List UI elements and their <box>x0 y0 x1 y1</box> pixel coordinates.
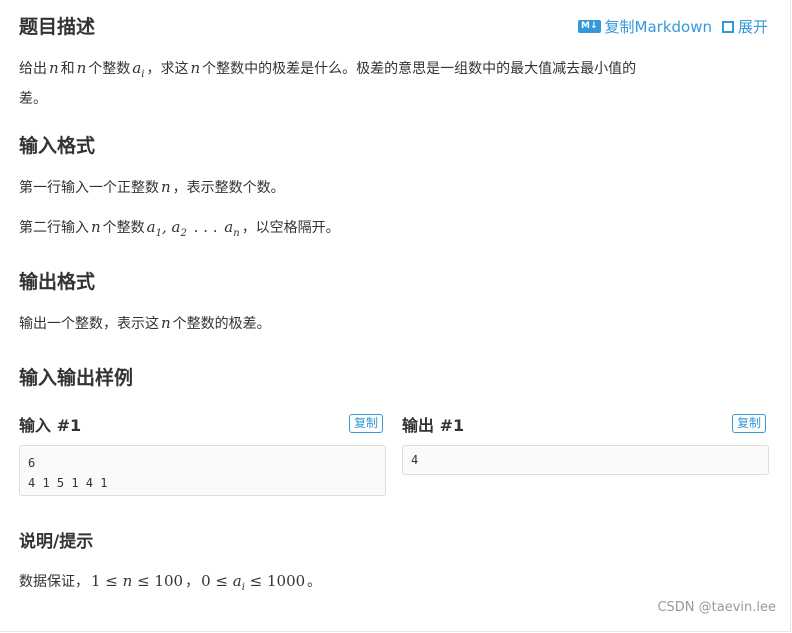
copy-output-button[interactable]: 复制 <box>732 414 767 433</box>
top-actions: M↓ 复制Markdown 展开 <box>578 16 768 37</box>
copy-markdown-button[interactable]: M↓ 复制Markdown <box>578 16 712 37</box>
input-format-line1: 第一行输入一个正整数 n ，表示整数个数。 <box>19 178 285 196</box>
sample-output-box[interactable]: 4 <box>402 445 769 475</box>
sample-output-label: 输出 #1 <box>402 416 465 435</box>
hint-text: 数据保证， 1 ≤ n ≤ 100， 0 ≤ ai ≤ 1000。 <box>19 572 322 593</box>
sample-input-box[interactable]: 6 4 1 5 1 4 1 <box>19 445 386 496</box>
watermark: CSDN @taevin.lee <box>657 600 776 615</box>
problem-page: 题目描述 M↓ 复制Markdown 展开 给出 n 和 n 个整数 ai ，求这 n 个整数中… <box>0 0 791 632</box>
input-format-line2: 第二行输入 n 个整数 a1, a2 . . . an ，以空格隔开。 <box>19 218 340 239</box>
expand-icon <box>721 20 734 33</box>
output-format-title: 输出格式 <box>19 271 96 293</box>
input-format-title: 输入格式 <box>19 135 96 157</box>
samples-title: 输入输出样例 <box>19 367 134 389</box>
hint-title: 说明/提示 <box>19 532 94 552</box>
output-format-text: 输出一个整数，表示这 n 个整数的极差。 <box>19 314 271 332</box>
sample-input-label: 输入 #1 <box>19 416 82 435</box>
copy-input-button[interactable]: 复制 <box>349 414 384 433</box>
expand-button[interactable]: 展开 <box>721 16 768 37</box>
description-title: 题目描述 <box>19 16 96 38</box>
markdown-icon: M↓ <box>578 20 601 33</box>
description-text: 给出 n 和 n 个整数 ai ，求这 n 个整数中的极差是什么。极差的意思是一组数中的最大值减… <box>19 59 637 107</box>
copy-markdown-label: 复制Markdown <box>604 18 712 36</box>
expand-label: 展开 <box>737 18 768 36</box>
